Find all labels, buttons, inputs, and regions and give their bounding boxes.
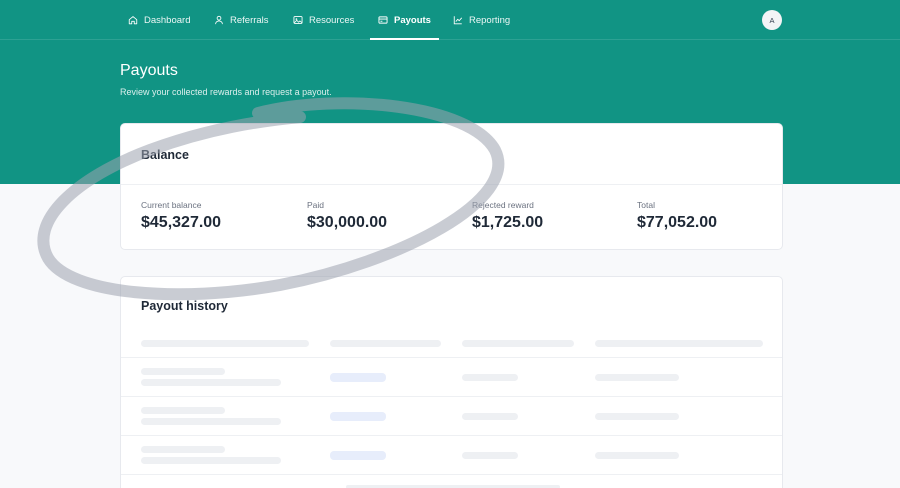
skeleton-cell	[595, 452, 679, 459]
stat-total: Total $77,052.00	[637, 200, 717, 232]
stat-label: Current balance	[141, 200, 202, 210]
home-icon	[128, 16, 138, 25]
skeleton-header-cell	[462, 340, 574, 347]
skeleton-cell	[141, 446, 225, 453]
skeleton-cell	[141, 457, 281, 464]
skeleton-cell	[141, 379, 281, 386]
nav-label: Payouts	[394, 14, 431, 26]
stat-value: $45,327.00	[141, 214, 222, 231]
stat-current-balance: Current balance $45,327.00	[141, 200, 221, 232]
skeleton-cell	[141, 418, 281, 425]
skeleton-cell	[595, 413, 679, 420]
nav-label: Referrals	[230, 14, 269, 26]
skeleton-cell	[141, 368, 225, 375]
skeleton-cell	[141, 407, 225, 414]
skeleton-badge	[330, 373, 386, 382]
wallet-icon	[378, 16, 388, 24]
payout-history-card: Payout history	[120, 276, 783, 488]
skeleton-header-cell	[595, 340, 763, 347]
skeleton-header-cell	[330, 340, 441, 347]
skeleton-cell	[462, 374, 518, 381]
user-avatar[interactable]: A	[762, 10, 782, 30]
nav-label: Reporting	[469, 14, 511, 26]
row-divider	[121, 396, 782, 397]
skeleton-cell	[595, 374, 679, 381]
nav-item-resources[interactable]: Resources	[293, 0, 354, 40]
nav-item-referrals[interactable]: Referrals	[214, 0, 269, 40]
skeleton-cell	[462, 452, 518, 459]
row-divider	[121, 435, 782, 436]
chart-line-icon	[453, 16, 463, 25]
top-navigation: Dashboard Referrals Resources Payouts Re…	[0, 0, 900, 40]
page-subtitle: Review your collected rewards and reques…	[120, 87, 332, 97]
nav-label: Dashboard	[144, 14, 191, 26]
stat-label: Total	[637, 200, 655, 210]
page-title: Payouts	[120, 62, 178, 79]
payout-history-title: Payout history	[141, 299, 228, 313]
skeleton-cell	[462, 413, 518, 420]
nav-item-reporting[interactable]: Reporting	[453, 0, 510, 40]
nav-label: Resources	[309, 14, 355, 26]
skeleton-badge	[330, 412, 386, 421]
nav-item-dashboard[interactable]: Dashboard	[128, 0, 190, 40]
row-divider	[121, 357, 782, 358]
nav-item-payouts[interactable]: Payouts	[370, 0, 439, 40]
stat-paid: Paid $30,000.00	[307, 200, 387, 232]
skeleton-header-cell	[141, 340, 309, 347]
avatar-initial: A	[769, 15, 775, 25]
stat-value: $30,000.00	[307, 214, 388, 231]
divider	[121, 184, 782, 185]
row-divider	[121, 474, 782, 475]
image-icon	[293, 16, 303, 24]
stat-label: Paid	[307, 200, 325, 210]
stat-value: $77,052.00	[637, 214, 718, 231]
stat-rejected-reward: Rejected reward $1,725.00	[472, 200, 543, 232]
balance-title: Balance	[141, 148, 189, 162]
user-icon	[215, 15, 223, 25]
stat-value: $1,725.00	[472, 214, 544, 231]
skeleton-badge	[330, 451, 386, 460]
stat-label: Rejected reward	[472, 200, 534, 210]
balance-card: Balance Current balance $45,327.00 Paid …	[120, 123, 783, 250]
